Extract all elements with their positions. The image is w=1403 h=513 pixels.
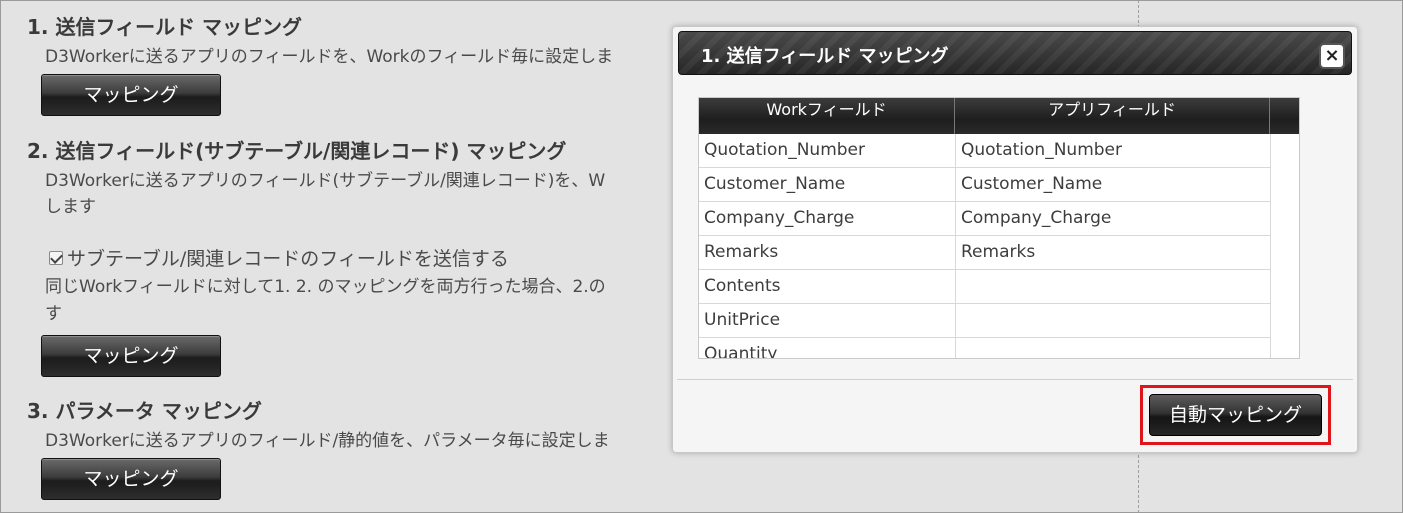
section-description: D3Workerに送るアプリのフィールドを、Workのフィールド毎に設定しま — [45, 47, 614, 67]
section-subtable-mapping: 2. 送信フィールド(サブテーブル/関連レコード) マッピング D3Worker… — [27, 135, 605, 220]
mapping-table[interactable]: Workフィールド アプリフィールド Quotation_Number Quot… — [698, 97, 1300, 359]
work-field-cell: Quantity — [699, 338, 956, 358]
table-row[interactable]: Customer_Name Customer_Name — [699, 168, 1271, 202]
dialog-header: 1. 送信フィールド マッピング × — [678, 31, 1352, 75]
checkbox-label: サブテーブル/関連レコードのフィールドを送信する — [67, 248, 509, 270]
section-description: D3Workerに送るアプリのフィールド(サブテーブル/関連レコード)を、W — [45, 171, 606, 191]
table-header-scroll-area — [1271, 98, 1299, 134]
section-title: 3. パラメータ マッピング — [27, 399, 262, 423]
table-row[interactable]: Remarks Remarks — [699, 236, 1271, 270]
mapping-button-3[interactable]: マッピング — [41, 458, 221, 500]
section-description: D3Workerに送るアプリのフィールド/静的値を、パラメータ毎に設定しま — [45, 431, 610, 451]
app-field-cell[interactable] — [956, 270, 1271, 303]
table-row[interactable]: Quotation_Number Quotation_Number — [699, 134, 1271, 168]
section-send-field-mapping: 1. 送信フィールド マッピング D3Workerに送るアプリのフィールドを、W… — [27, 11, 613, 70]
section-parameter-mapping: 3. パラメータ マッピング D3Workerに送るアプリのフィールド/静的値を… — [27, 395, 610, 454]
dialog-divider — [677, 379, 1353, 381]
work-field-cell: Customer_Name — [699, 168, 956, 201]
app-field-cell[interactable]: Company_Charge — [956, 202, 1271, 235]
table-row[interactable]: Company_Charge Company_Charge — [699, 202, 1271, 236]
work-field-cell: Quotation_Number — [699, 134, 956, 167]
dialog-title: 1. 送信フィールド マッピング — [701, 46, 949, 67]
auto-mapping-button[interactable]: 自動マッピング — [1149, 394, 1322, 436]
work-field-cell: Company_Charge — [699, 202, 956, 235]
app-field-cell[interactable] — [956, 338, 1271, 358]
work-field-cell: UnitPrice — [699, 304, 956, 337]
highlight-box: 自動マッピング — [1140, 385, 1331, 445]
mapping-button-1[interactable]: マッピング — [41, 74, 221, 116]
mapping-dialog: 1. 送信フィールド マッピング × Workフィールド アプリフィールド Qu… — [672, 26, 1358, 453]
note-text: 同じWorkフィールドに対して1. 2. のマッピングを両方行った場合、2.の — [45, 277, 606, 297]
section-title: 2. 送信フィールド(サブテーブル/関連レコード) マッピング — [27, 139, 567, 163]
close-icon[interactable]: × — [1319, 43, 1345, 69]
note-text-cont: す — [45, 304, 62, 324]
app-field-cell[interactable]: Remarks — [956, 236, 1271, 269]
section-title: 1. 送信フィールド マッピング — [27, 15, 303, 39]
mapping-button-2[interactable]: マッピング — [41, 335, 221, 377]
table-row[interactable]: Quantity — [699, 338, 1271, 358]
section-description-cont: します — [45, 197, 96, 217]
app-field-cell[interactable]: Quotation_Number — [956, 134, 1271, 167]
app-field-cell[interactable] — [956, 304, 1271, 337]
table-header: Workフィールド アプリフィールド — [699, 98, 1271, 134]
column-header-work-field: Workフィールド — [699, 98, 955, 134]
column-header-app-field: アプリフィールド — [955, 98, 1270, 134]
checkbox-checked-icon[interactable] — [49, 250, 63, 265]
app-field-cell[interactable]: Customer_Name — [956, 168, 1271, 201]
work-field-cell: Contents — [699, 270, 956, 303]
send-subtable-option[interactable]: サブテーブル/関連レコードのフィールドを送信する — [49, 244, 509, 271]
table-row[interactable]: UnitPrice — [699, 304, 1271, 338]
work-field-cell: Remarks — [699, 236, 956, 269]
table-row[interactable]: Contents — [699, 270, 1271, 304]
table-body: Quotation_Number Quotation_Number Custom… — [699, 134, 1271, 358]
